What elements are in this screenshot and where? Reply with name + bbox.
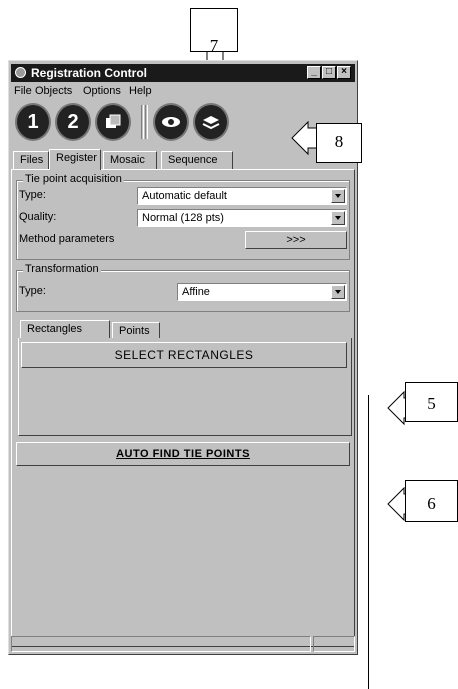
tab-rectangles[interactable]: Rectangles xyxy=(20,320,110,338)
divider-line xyxy=(368,395,369,689)
status-pane xyxy=(11,636,311,652)
tie-type-value: Automatic default xyxy=(142,190,227,202)
callout-8-label: 8 xyxy=(334,132,344,151)
toolbar-separator xyxy=(141,105,144,139)
method-parameters-button[interactable]: >>> xyxy=(245,231,347,249)
close-icon[interactable]: × xyxy=(337,66,351,79)
app-icon xyxy=(15,67,26,78)
callout-6-label: 6 xyxy=(427,494,436,513)
chevron-down-icon[interactable] xyxy=(331,285,345,299)
callout-8-box: 8 xyxy=(316,123,362,163)
chevron-down-icon[interactable] xyxy=(331,189,345,203)
chevron-down-icon[interactable] xyxy=(331,211,345,225)
tie-type-select[interactable]: Automatic default xyxy=(137,187,347,205)
rectangles-panel: SELECT RECTANGLES xyxy=(18,338,352,436)
toolbar-separator-2 xyxy=(145,105,148,139)
callout-5-box: 5 xyxy=(405,382,458,422)
callout-5-label: 5 xyxy=(427,394,436,413)
auto-find-tie-points-button[interactable]: AUTO FIND TIE POINTS xyxy=(16,442,350,466)
minimize-icon[interactable]: _ xyxy=(307,66,321,79)
menu-objects[interactable]: Objects xyxy=(35,85,72,97)
register-panel: Tie point acquisition Type: Automatic de… xyxy=(11,169,355,647)
tab-points[interactable]: Points xyxy=(112,322,160,338)
transform-type-value: Affine xyxy=(182,286,210,298)
quality-select[interactable]: Normal (128 pts) xyxy=(137,209,347,227)
window-title: Registration Control xyxy=(31,66,147,80)
menu-options[interactable]: Options xyxy=(83,85,121,97)
menu-bar: File Objects Options Help xyxy=(11,83,351,99)
callout-6-box: 6 xyxy=(405,480,458,522)
eye-icon[interactable] xyxy=(153,103,189,141)
menu-file[interactable]: File xyxy=(14,85,32,97)
callout-7-box: 7 xyxy=(190,8,238,55)
title-bar[interactable]: Registration Control _ □ × xyxy=(11,64,355,82)
tie-point-group-label: Tie point acquisition xyxy=(23,173,124,185)
transformation-group-label: Transformation xyxy=(23,263,101,275)
quality-label: Quality: xyxy=(19,211,57,223)
quality-value: Normal (128 pts) xyxy=(142,212,224,224)
method-parameters-label: Method parameters xyxy=(19,233,115,245)
layers-icon[interactable] xyxy=(193,103,229,141)
tab-register[interactable]: Register xyxy=(49,149,101,170)
tab-mosaic[interactable]: Mosaic xyxy=(103,151,157,169)
transform-type-select[interactable]: Affine xyxy=(177,283,347,301)
maximize-icon[interactable]: □ xyxy=(322,66,336,79)
transformation-group: Transformation Type: Affine xyxy=(16,263,350,312)
tie-point-group: Tie point acquisition Type: Automatic de… xyxy=(16,173,350,260)
selection-subtabs: Rectangles Points xyxy=(20,320,350,340)
step-2-icon[interactable]: 2 xyxy=(55,103,91,141)
tab-files[interactable]: Files xyxy=(13,151,49,169)
tie-type-label: Type: xyxy=(19,189,46,201)
transform-type-label: Type: xyxy=(19,285,46,297)
tab-sequence[interactable]: Sequence xyxy=(161,151,233,169)
status-pane-right xyxy=(313,636,355,652)
step-1-icon[interactable]: 1 xyxy=(15,103,51,141)
select-rectangles-button[interactable]: SELECT RECTANGLES xyxy=(21,342,347,368)
menu-help[interactable]: Help xyxy=(129,85,152,97)
overlay-icon[interactable] xyxy=(95,103,131,141)
status-bar xyxy=(11,636,355,652)
